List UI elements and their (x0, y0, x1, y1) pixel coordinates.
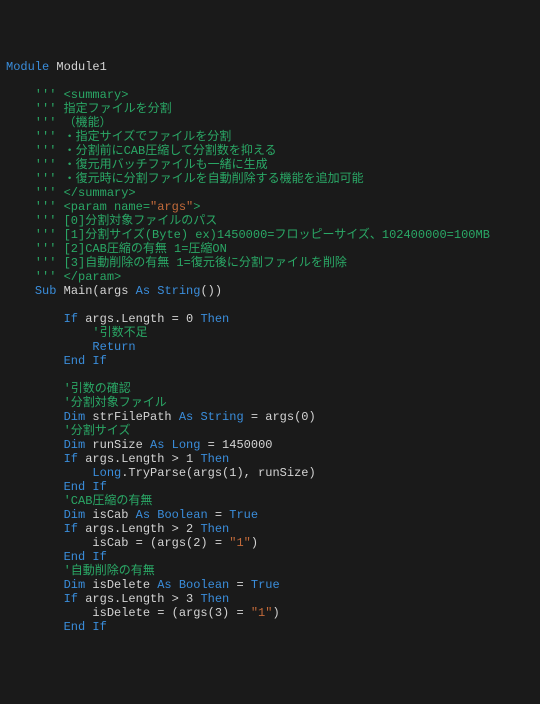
comment-line: ''' ・分割前にCAB圧縮して分割数を抑える (6, 144, 277, 158)
code-text: runSize (85, 438, 150, 452)
keyword-boolean: Boolean (157, 508, 207, 522)
keyword-as: As (136, 508, 150, 522)
code-text (164, 438, 171, 452)
code-text: args.Length > 3 (78, 592, 200, 606)
code-text: ()) (200, 284, 222, 298)
comment-line: ''' ・指定サイズでファイルを分割 (6, 130, 231, 144)
comment-line: 'CAB圧縮の有無 (6, 494, 152, 508)
indent (6, 438, 64, 452)
indent (6, 312, 64, 326)
comment-line: ''' [1]分割サイズ(Byte) ex)1450000=フロッピーサイズ、1… (6, 228, 490, 242)
code-text: = (208, 508, 230, 522)
keyword-dim: Dim (64, 438, 86, 452)
string-literal: "args" (150, 200, 193, 214)
code-text: Main(args (56, 284, 135, 298)
comment-line: ''' 指定ファイルを分割 (6, 102, 172, 116)
code-text: strFilePath (85, 410, 179, 424)
keyword-if: If (64, 592, 78, 606)
comment-line: '自動削除の有無 (6, 564, 155, 578)
code-text: .TryParse(args(1), runSize) (121, 466, 315, 480)
comment-line: '引数不足 (6, 326, 148, 340)
comment-line: ''' [3]自動削除の有無 1=復元後に分割ファイルを削除 (6, 256, 347, 270)
keyword-if: If (64, 522, 78, 536)
keyword-if: If (64, 312, 78, 326)
code-text: isDelete = (args(3) = (6, 606, 251, 620)
keyword-module: Module (6, 60, 49, 74)
keyword-true: True (229, 508, 258, 522)
code-text (172, 578, 179, 592)
keyword-endif: End If (64, 550, 107, 564)
string-literal: "1" (251, 606, 273, 620)
comment-line: ''' <param name= (6, 200, 150, 214)
indent (6, 340, 92, 354)
indent (6, 410, 64, 424)
comment-line: ''' ・復元用バッチファイルも一緒に生成 (6, 158, 268, 172)
keyword-true: True (251, 578, 280, 592)
keyword-then: Then (200, 522, 229, 536)
indent (6, 620, 64, 634)
keyword-dim: Dim (64, 578, 86, 592)
code-text: args.Length = 0 (78, 312, 200, 326)
keyword-string: String (200, 410, 243, 424)
comment-line: '分割サイズ (6, 424, 130, 438)
comment-line: > (193, 200, 200, 214)
keyword-then: Then (200, 592, 229, 606)
comment-line: '分割対象ファイル (6, 396, 167, 410)
keyword-endif: End If (64, 480, 107, 494)
indent (6, 354, 64, 368)
indent (6, 284, 35, 298)
keyword-as: As (157, 578, 171, 592)
code-text: ) (272, 606, 279, 620)
code-text: isCab = (args(2) = (6, 536, 229, 550)
indent (6, 592, 64, 606)
keyword-long: Long (92, 466, 121, 480)
comment-line: ''' </summary> (6, 186, 136, 200)
keyword-sub: Sub (35, 284, 57, 298)
keyword-then: Then (200, 452, 229, 466)
indent (6, 480, 64, 494)
code-block: Module Module1 ''' <summary> ''' 指定ファイルを… (6, 60, 534, 634)
comment-line: '引数の確認 (6, 382, 131, 396)
comment-line: ''' （機能） (6, 116, 112, 130)
keyword-if: If (64, 452, 78, 466)
indent (6, 452, 64, 466)
comment-line: ''' [2]CAB圧縮の有無 1=圧縮ON (6, 242, 227, 256)
indent (6, 466, 92, 480)
keyword-as: As (179, 410, 193, 424)
keyword-boolean: Boolean (179, 578, 229, 592)
indent (6, 522, 64, 536)
module-id: Module1 (49, 60, 107, 74)
keyword-dim: Dim (64, 410, 86, 424)
code-text: = args(0) (244, 410, 316, 424)
keyword-endif: End If (64, 354, 107, 368)
indent (6, 550, 64, 564)
keyword-dim: Dim (64, 508, 86, 522)
keyword-as: As (150, 438, 164, 452)
string-literal: "1" (229, 536, 251, 550)
comment-line: ''' </param> (6, 270, 121, 284)
comment-line: ''' ・復元時に分割ファイルを自動削除する機能を追加可能 (6, 172, 364, 186)
code-text: = (229, 578, 251, 592)
comment-line: ''' [0]分割対象ファイルのパス (6, 214, 217, 228)
code-text: = 1450000 (200, 438, 272, 452)
code-text: isCab (85, 508, 135, 522)
keyword-then: Then (200, 312, 229, 326)
keyword-as: As (136, 284, 150, 298)
keyword-string: String (157, 284, 200, 298)
keyword-endif: End If (64, 620, 107, 634)
code-text: args.Length > 1 (78, 452, 200, 466)
code-text: ) (251, 536, 258, 550)
keyword-return: Return (92, 340, 135, 354)
indent (6, 578, 64, 592)
comment-line: ''' <summary> (6, 88, 128, 102)
code-text: isDelete (85, 578, 157, 592)
indent (6, 508, 64, 522)
keyword-long: Long (172, 438, 201, 452)
code-text: args.Length > 2 (78, 522, 200, 536)
